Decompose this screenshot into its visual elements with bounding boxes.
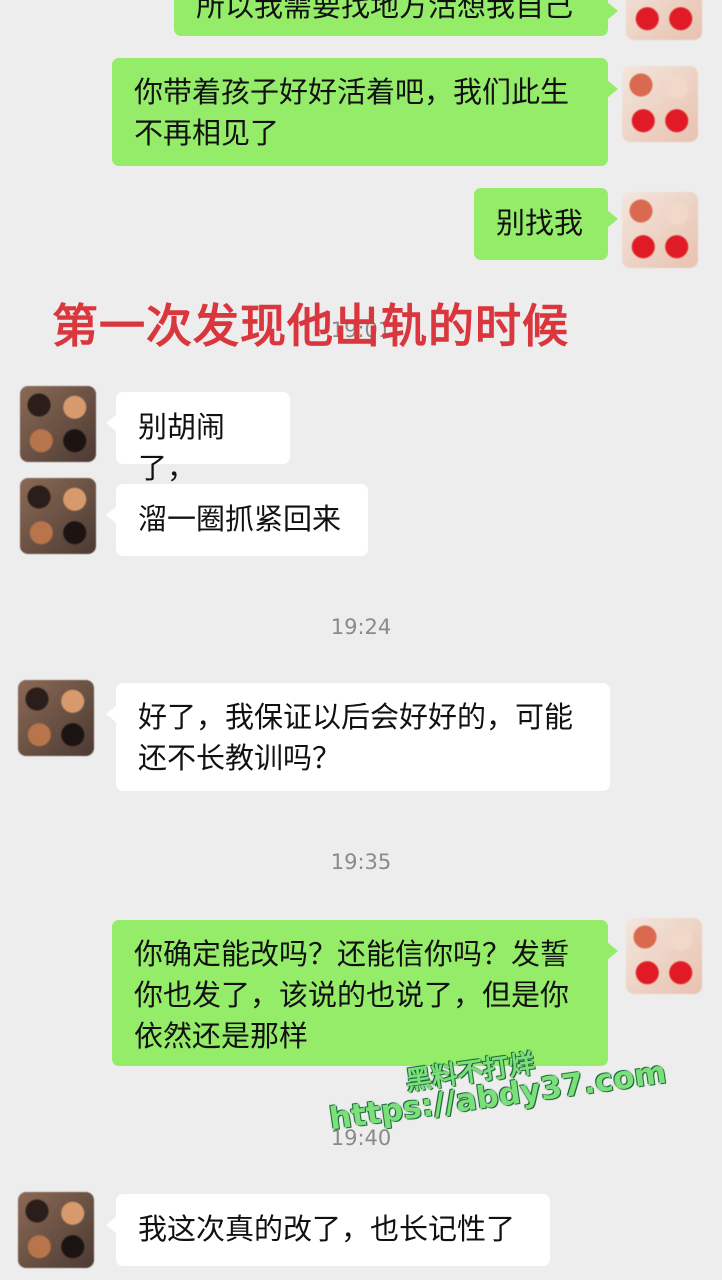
timestamp: 19:24 <box>330 615 392 639</box>
message-text-line: 你也发了，该说的也说了，但是你 <box>134 978 570 1012</box>
contact-avatar[interactable] <box>18 680 94 756</box>
message-text-line: 还不长教训吗？ <box>138 741 342 775</box>
contact-avatar[interactable] <box>20 386 96 462</box>
message-bubble-sent[interactable]: 你确定能改吗？还能信你吗？发誓 你也发了，该说的也说了，但是你 依然还是那样 <box>112 920 618 1066</box>
message-bubble-received[interactable]: 好了，我保证以后会好好的，可能 还不长教训吗？ <box>106 683 610 791</box>
my-avatar[interactable] <box>622 192 698 268</box>
message-text-line: 不再相见了 <box>134 116 280 150</box>
contact-avatar[interactable] <box>18 1192 94 1268</box>
message-bubble-sent[interactable]: 别找我 <box>474 188 618 260</box>
message-text-line: 你确定能改吗？还能信你吗？发誓 <box>134 937 570 971</box>
message-bubble-received[interactable]: 我这次真的改了，也长记性了 <box>106 1194 550 1266</box>
message-bubble-sent[interactable]: 你带着孩子好好活着吧，我们此生 不再相见了 <box>112 58 618 166</box>
my-avatar[interactable] <box>622 66 698 142</box>
timestamp: 19:35 <box>330 850 392 874</box>
message-text: 我这次真的改了，也长记性了 <box>138 1212 516 1246</box>
overlay-caption: 第一次发现他出轨的时候 <box>52 299 569 353</box>
contact-avatar[interactable] <box>20 478 96 554</box>
message-text: 溜一圈抓紧回来 <box>138 502 342 536</box>
message-text: 所以我需要找地方活想我自己 <box>196 0 574 23</box>
message-bubble-received[interactable]: 溜一圈抓紧回来 <box>106 484 368 556</box>
message-text: 别胡闹了， <box>138 410 226 485</box>
message-text: 别找我 <box>496 206 584 240</box>
my-avatar[interactable] <box>626 918 702 994</box>
message-bubble-sent[interactable]: 所以我需要找地方活想我自己 <box>174 0 618 36</box>
message-text-line: 你带着孩子好好活着吧，我们此生 <box>134 75 570 109</box>
message-text-line: 好了，我保证以后会好好的，可能 <box>138 700 574 734</box>
my-avatar[interactable] <box>626 0 702 40</box>
message-bubble-received[interactable]: 别胡闹了， <box>106 392 290 485</box>
